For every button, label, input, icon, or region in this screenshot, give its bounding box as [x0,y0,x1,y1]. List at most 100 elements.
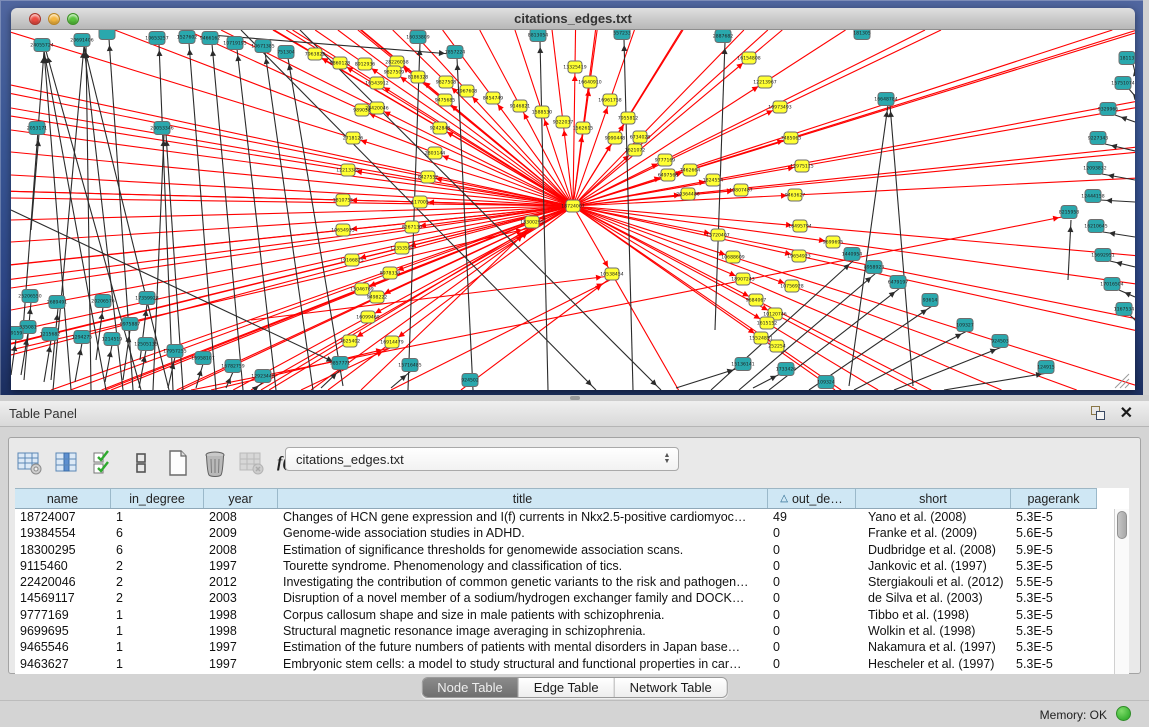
node-label: 8215958 [1059,210,1080,216]
arrowhead-icon [1053,216,1059,222]
scrollbar-thumb[interactable] [1117,511,1127,539]
table-row[interactable]: 969969511998Structural magnetic resonanc… [15,623,1097,639]
table-cell: 1 [111,656,204,672]
column-header-out_de[interactable]: △out_de… [768,489,856,508]
table-row[interactable]: 946362711997Embryonic stem cells: a mode… [15,656,1097,672]
vertical-scrollbar[interactable] [1114,509,1129,674]
column-header-pagerank[interactable]: pagerank [1011,489,1097,508]
table-cell: Changes of HCN gene expression and I(f) … [278,509,768,525]
arrowhead-icon [1133,94,1135,101]
node-label: 1615152 [757,321,778,327]
table-row[interactable]: 1938455462009Genome-wide association stu… [15,525,1097,541]
resize-grip-icon[interactable] [1115,374,1129,388]
node-label: 8267130 [402,225,423,231]
tab-network-table[interactable]: Network Table [615,678,727,697]
edge [573,206,1077,390]
table-body: 1872400712008Changes of HCN gene express… [15,509,1097,672]
column-header-in_degree[interactable]: in_degree [111,489,204,508]
node-label: 18300295 [520,220,543,226]
tab-edge-table[interactable]: Edge Table [519,678,615,697]
edge [11,152,573,206]
table-row[interactable]: 1456911722003Disruption of a novel membe… [15,590,1097,606]
edge [573,108,1135,206]
network-graph: 1872400779638228860128891293628226058982… [11,30,1135,390]
edge [11,210,338,364]
network-window[interactable]: citations_edges.txt 18724007796382288601… [11,8,1135,390]
column-header-year[interactable]: year [204,489,278,508]
node-label: 20206576 [91,299,114,305]
column-header-short[interactable]: short [856,489,1011,508]
table-cell: 0 [768,574,856,590]
teal-node[interactable] [99,30,115,40]
trash-icon [202,449,228,477]
node-label: 20053346 [150,126,173,132]
splitter-handle-icon[interactable] [570,396,580,400]
select-rows-button[interactable] [89,446,119,480]
node-label: 1733426 [776,367,797,373]
table-row[interactable]: 977716911998Corpus callosum shape and si… [15,607,1097,623]
table-selector-dropdown[interactable]: citations_edges.txt ▲▼ [285,447,679,471]
application-root: citations_edges.txt 18724007796382288601… [0,0,1149,727]
node-label: 10973493 [768,105,791,111]
network-window-titlebar[interactable]: citations_edges.txt [11,8,1135,30]
edge [159,44,173,390]
table-group-box: f(x) citations_edges.txt ▲▼ namein_degre… [8,437,1141,674]
node-label: 12213967 [753,80,776,86]
arrowhead-icon [1133,70,1135,77]
table-row[interactable]: 2242004622012Investigating the contribut… [15,574,1097,590]
node-label: 24055724 [30,43,53,49]
delete-rows-button[interactable] [200,446,230,480]
table-cell: 0 [768,623,856,639]
arrowhead-icon [1121,116,1128,122]
table-row[interactable]: 1830029562008Estimation of significance … [15,542,1097,558]
arrowhead-icon [197,370,203,377]
tab-node-table[interactable]: Node Table [422,678,519,697]
node-label: 18113 [1120,56,1135,62]
table-settings-button[interactable] [15,446,45,480]
new-table-button[interactable] [163,446,193,480]
table-cell: 5.3E-5 [1011,558,1097,574]
column-header-name[interactable]: name [15,489,111,508]
table-panel-header: Table Panel ✕ [0,401,1149,427]
node-label: 9227343 [1088,136,1109,142]
table-row[interactable]: 1872400712008Changes of HCN gene express… [15,509,1097,525]
table-cell: Nakamura et al. (1997) [856,639,1011,655]
show-columns-button[interactable] [52,446,82,480]
node-label: 9475685 [435,98,456,104]
node-label: 16210645 [1084,224,1107,230]
edge [11,206,573,310]
delete-table-button-disabled[interactable] [237,446,267,480]
node-label: 7625402 [340,339,361,345]
node-label: 9322037 [553,120,574,126]
row-height-button[interactable] [126,446,156,480]
network-canvas[interactable]: 1872400779638228860128891293628226058982… [11,30,1135,390]
edge [1110,261,1135,267]
edge [573,206,1135,330]
table-row[interactable]: 946554611997Estimation of the future num… [15,639,1097,655]
table-row[interactable]: 911546021997Tourette syndrome. Phenomeno… [15,558,1097,574]
node-label: 9466162 [200,36,221,42]
table-cell: Disruption of a novel member of a sodium… [278,590,768,606]
table-cell: 1 [111,639,204,655]
delete-table-icon [239,451,265,475]
memory-status-indicator[interactable] [1116,706,1131,721]
column-header-title[interactable]: title [278,489,768,508]
node-label: 1527602 [177,35,198,41]
node-label: 2887682 [713,34,734,40]
arrowhead-icon [46,346,52,352]
node-label: 12975115 [790,164,813,170]
float-panel-icon[interactable] [1091,406,1107,422]
node-label: 751304 [277,50,295,56]
arrowhead-icon [578,136,584,142]
table-cell: 9699695 [15,623,111,639]
edge [75,343,82,382]
table-cell: Stergiakouli et al. (2012) [856,574,1011,590]
table-header-row: namein_degreeyeartitle△out_de…shortpager… [15,488,1097,509]
node-label: 16640910 [578,80,601,86]
arrowhead-icon [498,104,504,111]
node-label: 109324 [817,380,835,386]
node-label: 9975887 [120,322,141,328]
node-label: 12093832 [1083,166,1106,172]
node-label: 2803144 [425,151,446,157]
close-panel-icon[interactable]: ✕ [1120,403,1133,423]
